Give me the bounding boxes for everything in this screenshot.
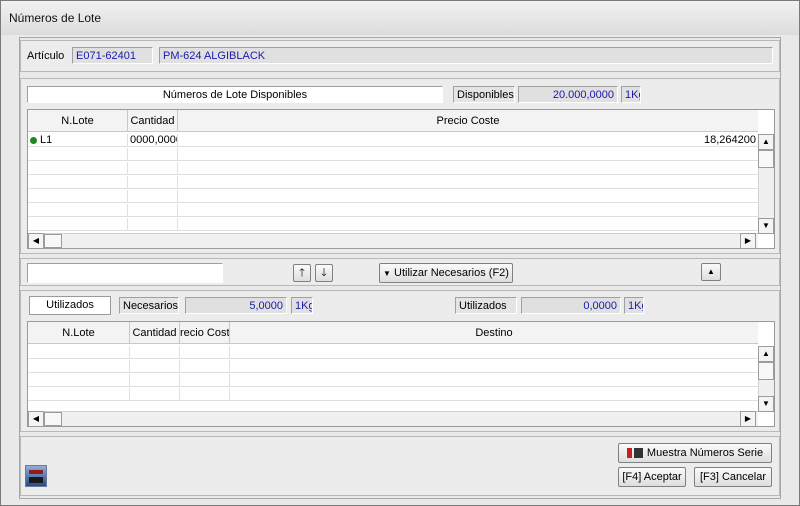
move-down-button[interactable]: 🡓	[315, 264, 333, 282]
table-row	[28, 374, 758, 387]
table-row	[28, 204, 758, 217]
required-label: Necesarios	[119, 297, 179, 314]
col-header-precio[interactable]: recio Cost	[180, 322, 230, 343]
triangle-down-icon: ▼	[383, 269, 391, 278]
available-lots-title: Números de Lote Disponibles	[27, 86, 443, 103]
cancel-button[interactable]: [F3] Cancelar	[694, 467, 772, 487]
table-row	[28, 218, 758, 231]
article-name-field[interactable]: PM-624 ALGIBLACK	[159, 47, 773, 64]
used-unit: 1Kg	[624, 297, 644, 314]
available-grid-header: N.Lote Cantidad Precio Coste	[28, 110, 758, 132]
used-lots-panel: Utilizados Necesarios 5,0000 1Kg Utiliza…	[20, 290, 780, 432]
lot-search-input[interactable]	[27, 263, 223, 283]
show-serial-numbers-button[interactable]: Muestra Números Serie	[618, 443, 772, 463]
title-bar[interactable]: Números de Lote	[1, 1, 799, 35]
scroll-left-icon[interactable]: ◀	[28, 411, 44, 426]
footer-panel: Muestra Números Serie [F4] Aceptar [F3] …	[20, 436, 780, 496]
table-row	[28, 388, 758, 401]
available-horizontal-scrollbar[interactable]: ◀ ▶	[28, 233, 758, 248]
scroll-down-icon[interactable]: ▼	[758, 396, 774, 412]
col-header-cantidad[interactable]: Cantidad	[130, 322, 180, 343]
use-required-button[interactable]: ▼ Utilizar Necesarios (F2)	[379, 263, 513, 283]
used-value: 0,0000	[521, 297, 621, 314]
available-lots-panel: Números de Lote Disponibles Disponibles …	[20, 78, 780, 254]
used-horizontal-scrollbar[interactable]: ◀ ▶	[28, 411, 758, 426]
collapse-button[interactable]: ▲	[701, 263, 721, 281]
cell-lote: L1	[28, 134, 128, 146]
window-title: Números de Lote	[9, 11, 102, 25]
scroll-thumb[interactable]	[758, 150, 774, 168]
available-lots-grid[interactable]: N.Lote Cantidad Precio Coste L1 0000,000…	[27, 109, 775, 249]
scroll-right-icon[interactable]: ▶	[740, 233, 756, 248]
col-header-precio[interactable]: Precio Coste	[178, 110, 758, 131]
article-code-field[interactable]: E071-62401	[72, 47, 153, 64]
col-header-lote[interactable]: N.Lote	[28, 110, 128, 131]
table-row	[28, 346, 758, 359]
scroll-left-icon[interactable]: ◀	[28, 233, 44, 248]
col-header-cantidad[interactable]: Cantidad	[128, 110, 178, 131]
accept-button[interactable]: [F4] Aceptar	[618, 467, 686, 487]
dialog-frame: Artículo E071-62401 PM-624 ALGIBLACK Núm…	[19, 37, 781, 499]
cell-cantidad: 0000,0000	[130, 134, 178, 146]
table-row	[28, 360, 758, 373]
col-header-lote[interactable]: N.Lote	[28, 322, 130, 343]
scroll-up-icon[interactable]: ▲	[758, 134, 774, 150]
used-vertical-scrollbar[interactable]: ▲ ▼	[758, 346, 774, 412]
used-lots-grid[interactable]: N.Lote Cantidad recio Cost Destino ▲ ▼ ◀	[27, 321, 775, 427]
lot-numbers-window: Números de Lote Artículo E071-62401 PM-6…	[0, 0, 800, 506]
table-row	[28, 176, 758, 189]
table-row[interactable]: L1 0000,0000 18,264200	[28, 134, 758, 147]
table-row	[28, 148, 758, 161]
green-dot-icon	[30, 136, 37, 144]
triangle-up-icon: ▲	[707, 267, 715, 276]
action-panel: 🡑 🡓 ▼ Utilizar Necesarios (F2) ▲	[20, 258, 780, 286]
used-label: Utilizados	[455, 297, 517, 314]
article-label: Artículo	[27, 50, 65, 62]
move-up-button[interactable]: 🡑	[293, 264, 311, 282]
scroll-up-icon[interactable]: ▲	[758, 346, 774, 362]
scroll-thumb[interactable]	[44, 234, 62, 248]
used-grid-header: N.Lote Cantidad recio Cost Destino	[28, 322, 758, 344]
available-vertical-scrollbar[interactable]: ▲ ▼	[758, 134, 774, 234]
scroll-right-icon[interactable]: ▶	[740, 411, 756, 426]
required-unit: 1Kg	[291, 297, 313, 314]
available-label: Disponibles	[453, 86, 515, 103]
arrow-down-icon: 🡓	[321, 267, 327, 279]
scroll-down-icon[interactable]: ▼	[758, 218, 774, 234]
arrow-up-icon: 🡑	[299, 267, 305, 279]
scroll-thumb[interactable]	[758, 362, 774, 380]
table-row	[28, 190, 758, 203]
required-value: 5,0000	[185, 297, 287, 314]
tab-utilizados[interactable]: Utilizados	[29, 296, 111, 315]
table-row	[28, 162, 758, 175]
cell-precio: 18,264200	[704, 134, 756, 146]
serial-list-icon	[626, 448, 643, 459]
article-panel: Artículo E071-62401 PM-624 ALGIBLACK	[20, 40, 780, 72]
app-logo-icon[interactable]	[25, 465, 47, 487]
col-header-destino[interactable]: Destino	[230, 322, 758, 343]
available-value: 20.000,0000	[518, 86, 618, 103]
scroll-thumb[interactable]	[44, 412, 62, 426]
available-unit: 1Kg	[621, 86, 641, 103]
